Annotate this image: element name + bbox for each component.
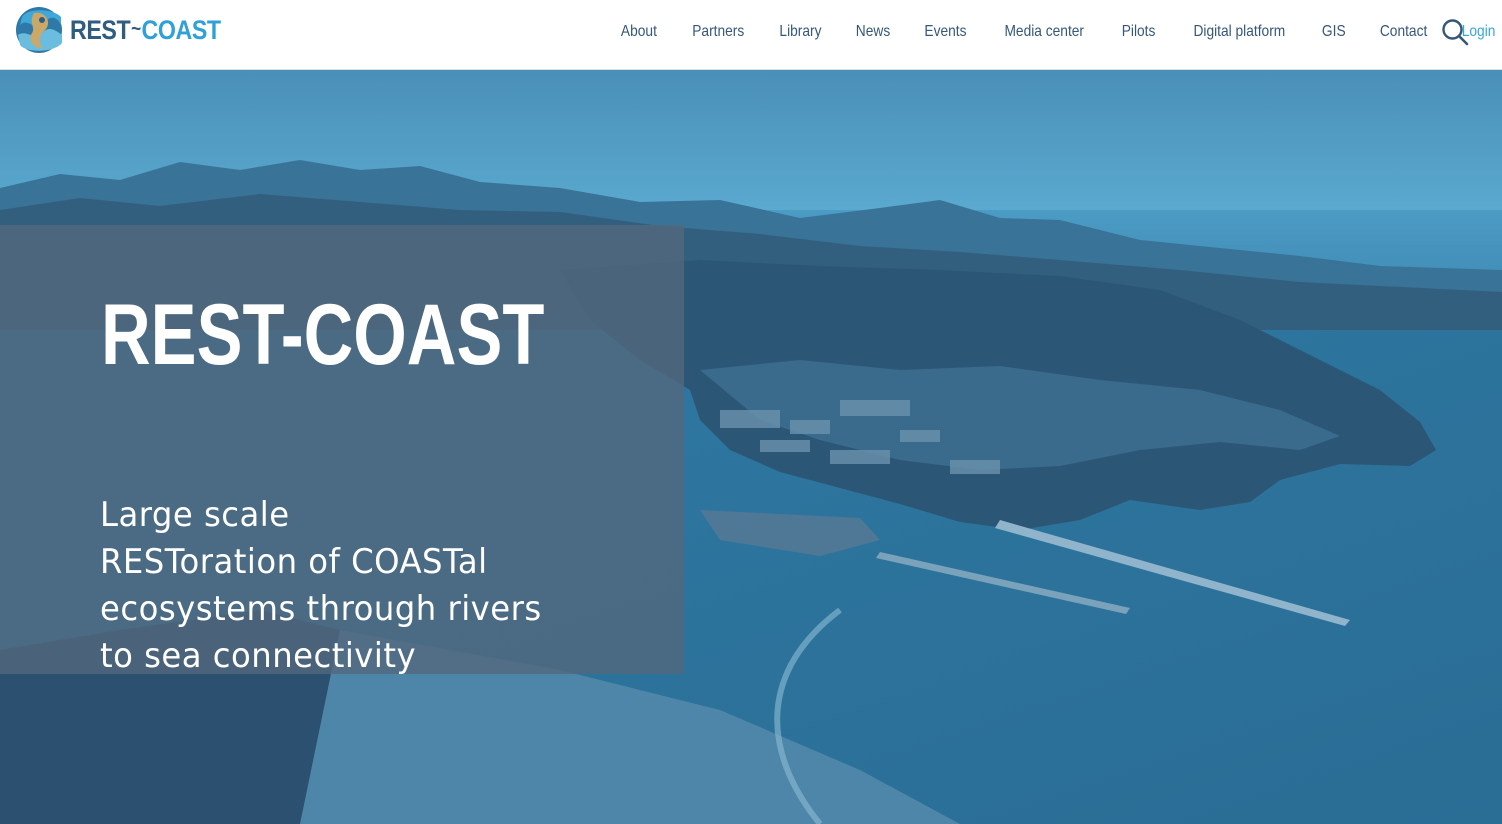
nav-contact[interactable]: Contact <box>1368 23 1440 41</box>
hero-subtitle-line: ecosystems through rivers <box>100 589 542 629</box>
logo-part-coast: COAST <box>141 14 222 45</box>
hero-subtitle-line: Large scale <box>100 495 290 535</box>
logo-tilde: ~ <box>131 17 141 40</box>
site-logo[interactable]: REST~COAST <box>14 5 221 55</box>
nav-about[interactable]: About <box>609 23 669 41</box>
hero-subtitle: Large scale RESToration of COASTal ecosy… <box>100 492 660 680</box>
hero-title: REST-COAST <box>101 287 545 383</box>
hero-subtitle-line: to sea connectivity <box>100 636 417 676</box>
nav-partners[interactable]: Partners <box>680 23 756 41</box>
hero-subtitle-line: RESToration of COASTal <box>100 542 488 582</box>
site-header: REST~COAST About Partners Library News E… <box>0 0 1502 70</box>
nav-media-center[interactable]: Media center <box>993 23 1097 41</box>
nav-library[interactable]: Library <box>768 23 834 41</box>
main-nav: About Partners Library News Events Media… <box>604 18 1502 46</box>
nav-events[interactable]: Events <box>913 23 979 41</box>
search-button[interactable] <box>1440 17 1470 47</box>
hero-section: REST-COAST Large scale RESToration of CO… <box>0 70 1502 824</box>
logo-wordmark: REST~COAST <box>70 14 222 45</box>
nav-pilots[interactable]: Pilots <box>1109 23 1167 41</box>
logo-emblem-icon <box>16 7 62 53</box>
nav-digital-platform[interactable]: Digital platform <box>1181 23 1297 41</box>
search-icon <box>1442 19 1469 46</box>
nav-gis[interactable]: GIS <box>1310 23 1358 41</box>
nav-news[interactable]: News <box>844 23 902 41</box>
logo-part-rest: REST <box>70 14 131 45</box>
